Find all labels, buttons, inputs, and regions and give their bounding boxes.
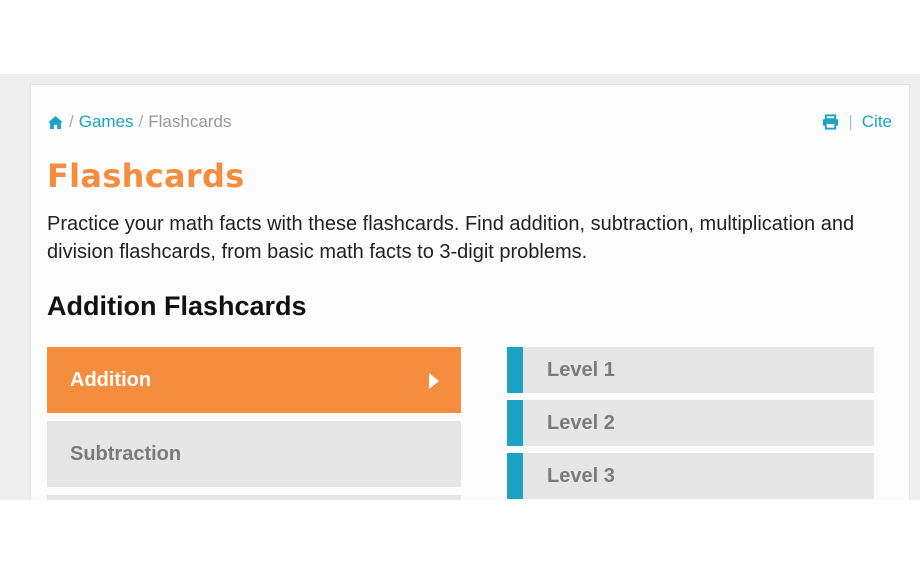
category-item-partial[interactable] <box>47 495 461 500</box>
level-item-1[interactable]: Level 1 <box>507 347 874 393</box>
tools-divider: | <box>848 112 853 131</box>
category-item-label: Addition <box>70 368 152 391</box>
category-item-subtraction[interactable]: Subtraction <box>47 421 461 487</box>
page-intro: Practice your math facts with these flas… <box>47 213 855 263</box>
page-tools: | Cite <box>822 112 892 132</box>
page-title: Flashcards <box>47 157 245 195</box>
breadcrumb-current: Flashcards <box>148 112 232 131</box>
breadcrumb: / Games / Flashcards <box>47 112 231 132</box>
printer-icon[interactable] <box>822 114 839 130</box>
level-item-2[interactable]: Level 2 <box>507 400 874 446</box>
category-list: Addition Subtraction <box>47 347 461 500</box>
breadcrumb-separator: / <box>69 112 74 131</box>
level-item-label: Level 1 <box>547 358 615 381</box>
level-item-3[interactable]: Level 3 <box>507 453 874 499</box>
level-item-label: Level 2 <box>547 411 615 434</box>
category-item-label: Subtraction <box>70 442 182 465</box>
content-card: / Games / Flashcards | Cite Flashcards P… <box>30 84 910 500</box>
breadcrumb-link-games[interactable]: Games <box>79 112 134 132</box>
breadcrumb-separator: / <box>138 112 144 131</box>
level-list: Level 1 Level 2 Level 3 <box>507 347 874 500</box>
home-icon[interactable] <box>47 115 64 130</box>
level-item-label: Level 3 <box>547 464 615 487</box>
category-item-addition[interactable]: Addition <box>47 347 461 413</box>
caret-right-icon <box>429 373 439 389</box>
cite-link[interactable]: Cite <box>862 112 892 132</box>
section-title: Addition Flashcards <box>47 291 307 321</box>
